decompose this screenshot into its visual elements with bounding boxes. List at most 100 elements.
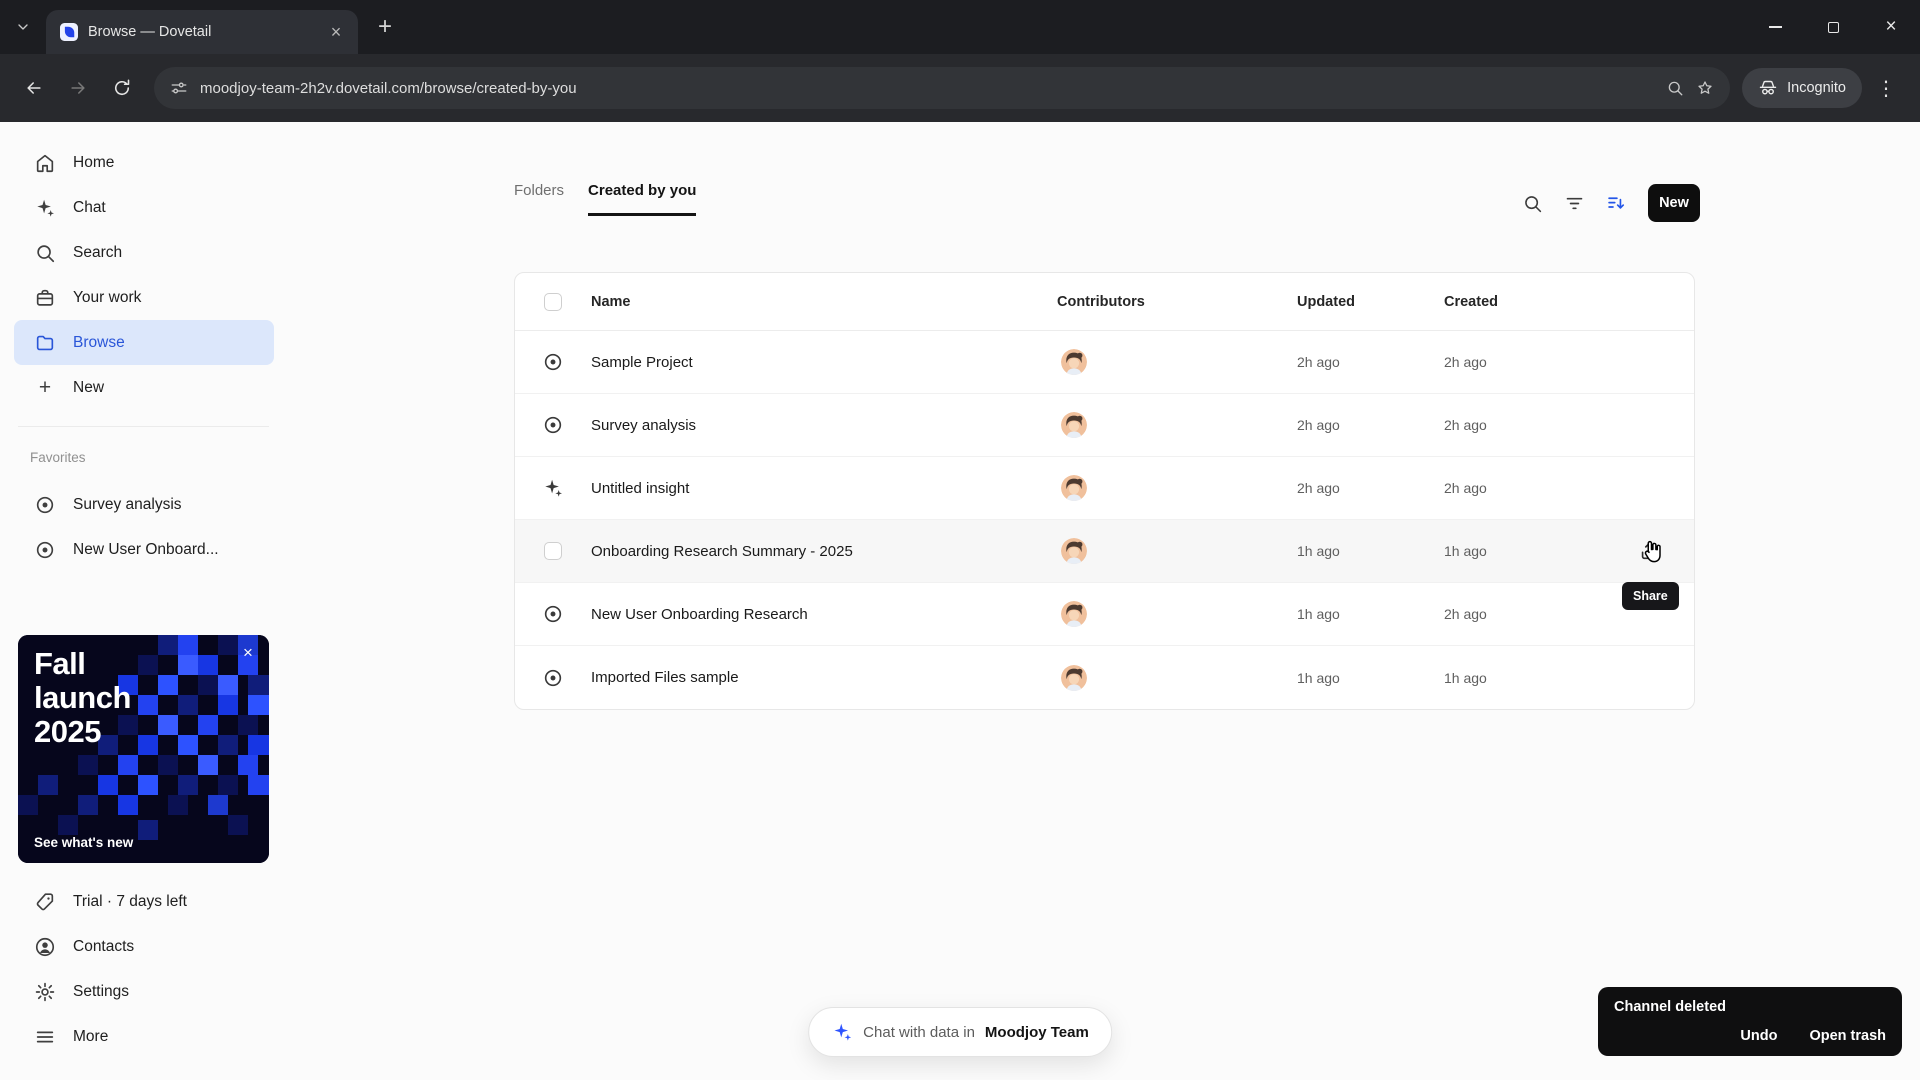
- favorite-item-label: New User Onboard...: [73, 540, 219, 558]
- sidebar-item-new[interactable]: + New: [14, 365, 274, 410]
- favorite-item-survey-analysis[interactable]: Survey analysis: [14, 482, 274, 527]
- briefcase-icon: [34, 287, 56, 309]
- row-name[interactable]: Untitled insight: [591, 480, 1057, 497]
- row-updated: 2h ago: [1297, 417, 1340, 433]
- sidebar-item-label: Home: [73, 153, 115, 171]
- toast-channel-deleted: Channel deleted Undo Open trash: [1598, 987, 1902, 1056]
- table-row[interactable]: New User Onboarding Research 1h ago 2h a…: [515, 583, 1694, 646]
- search-button[interactable]: [1520, 191, 1544, 215]
- row-name[interactable]: Sample Project: [591, 354, 1057, 371]
- sidebar-item-search[interactable]: Search: [14, 230, 274, 275]
- sidebar-item-settings[interactable]: Settings: [14, 969, 274, 1014]
- chat-with-data-pill[interactable]: Chat with data in Moodjoy Team: [808, 1007, 1112, 1057]
- table-row-hovered[interactable]: Onboarding Research Summary - 2025 1h ag…: [515, 520, 1694, 583]
- sidebar-item-your-work[interactable]: Your work: [14, 275, 274, 320]
- cursor-pointer-icon: [1637, 537, 1667, 567]
- browser-menu-button[interactable]: ⋮: [1866, 68, 1906, 108]
- target-icon: [542, 414, 564, 436]
- sidebar-item-more[interactable]: More: [14, 1014, 274, 1059]
- row-name[interactable]: New User Onboarding Research: [591, 606, 1057, 623]
- promo-title: Fall launch 2025: [34, 646, 131, 749]
- back-button[interactable]: [14, 68, 54, 108]
- sidebar-item-home[interactable]: Home: [14, 140, 274, 185]
- forward-button[interactable]: [58, 68, 98, 108]
- table-row[interactable]: Imported Files sample 1h ago 1h ago: [515, 646, 1694, 709]
- browser-tab[interactable]: Browse — Dovetail ×: [46, 10, 358, 54]
- target-icon: [34, 494, 56, 516]
- column-header-updated[interactable]: Updated: [1297, 294, 1444, 310]
- column-header-contributors[interactable]: Contributors: [1057, 294, 1297, 310]
- sidebar-footer: Trial · 7 days left Contacts Settings Mo…: [0, 879, 288, 1059]
- row-name[interactable]: Imported Files sample: [591, 669, 1057, 686]
- table-row[interactable]: Sample Project 2h ago 2h ago: [515, 331, 1694, 394]
- row-updated: 1h ago: [1297, 543, 1340, 559]
- column-header-name[interactable]: Name: [591, 294, 1057, 310]
- sidebar-item-label: Search: [73, 243, 123, 261]
- new-button[interactable]: New: [1648, 184, 1700, 222]
- search-icon: [1522, 193, 1543, 214]
- tab-folders[interactable]: Folders: [514, 182, 564, 216]
- maximize-button[interactable]: [1804, 0, 1862, 54]
- row-name[interactable]: Survey analysis: [591, 417, 1057, 434]
- filter-button[interactable]: [1562, 191, 1586, 215]
- items-table: Name Contributors Updated Created Sample…: [514, 272, 1695, 710]
- browser-tab-strip: Browse — Dovetail × + ×: [0, 0, 1920, 54]
- sidebar-item-label: More: [73, 1027, 109, 1045]
- column-header-created[interactable]: Created: [1444, 294, 1694, 310]
- undo-button[interactable]: Undo: [1740, 1028, 1777, 1044]
- select-all-checkbox[interactable]: [544, 292, 562, 311]
- open-trash-button[interactable]: Open trash: [1809, 1028, 1886, 1044]
- address-bar[interactable]: moodjoy-team-2h2v.dovetail.com/browse/cr…: [154, 67, 1731, 109]
- bookmark-star-icon[interactable]: [1696, 79, 1714, 97]
- tab-close-icon[interactable]: ×: [324, 20, 348, 44]
- row-created: 2h ago: [1444, 480, 1487, 496]
- reload-icon: [112, 78, 132, 98]
- back-icon: [24, 78, 44, 98]
- chat-pill-team: Moodjoy Team: [984, 1023, 1089, 1041]
- row-created: 2h ago: [1444, 354, 1487, 370]
- new-tab-button[interactable]: +: [366, 8, 404, 46]
- browse-tabs: Folders Created by you: [514, 182, 697, 216]
- table-header: Name Contributors Updated Created: [515, 273, 1694, 331]
- avatar-icon: [1061, 665, 1087, 691]
- contributor-avatar: [1061, 412, 1087, 438]
- minimize-button[interactable]: [1746, 0, 1804, 54]
- sidebar-item-label: New: [73, 378, 105, 396]
- contributor-avatar: [1061, 349, 1087, 375]
- contributor-avatar: [1061, 475, 1087, 501]
- row-updated: 2h ago: [1297, 480, 1340, 496]
- list-controls: New: [1520, 184, 1700, 222]
- table-row[interactable]: Untitled insight 2h ago 2h ago: [515, 457, 1694, 520]
- sidebar-item-trial[interactable]: Trial · 7 days left: [14, 879, 274, 924]
- share-tooltip: Share: [1622, 582, 1679, 610]
- avatar-icon: [1061, 349, 1087, 375]
- sidebar-item-contacts[interactable]: Contacts: [14, 924, 274, 969]
- toast-actions: Undo Open trash: [1614, 1028, 1886, 1044]
- reload-button[interactable]: [102, 68, 142, 108]
- sparkle-icon: [34, 197, 56, 219]
- row-updated: 1h ago: [1297, 606, 1340, 622]
- row-name[interactable]: Onboarding Research Summary - 2025: [591, 543, 1057, 560]
- favorite-item-new-user-onboarding[interactable]: New User Onboard...: [14, 527, 274, 572]
- zoom-icon[interactable]: [1666, 79, 1684, 97]
- site-info-icon[interactable]: [170, 79, 188, 97]
- forward-icon: [68, 78, 88, 98]
- promo-card[interactable]: Fall launch 2025 See what's new ×: [18, 635, 269, 863]
- chevron-down-icon: [15, 19, 31, 35]
- sort-button[interactable]: [1604, 191, 1628, 215]
- promo-close-icon[interactable]: ×: [237, 642, 259, 664]
- table-row[interactable]: Survey analysis 2h ago 2h ago: [515, 394, 1694, 457]
- sidebar-item-browse[interactable]: Browse: [14, 320, 274, 365]
- person-icon: [34, 936, 56, 958]
- close-window-button[interactable]: ×: [1862, 0, 1920, 54]
- sidebar-item-chat[interactable]: Chat: [14, 185, 274, 230]
- tab-search-button[interactable]: [0, 0, 46, 54]
- incognito-badge: Incognito: [1742, 68, 1862, 108]
- row-checkbox[interactable]: [544, 542, 562, 560]
- url-text[interactable]: moodjoy-team-2h2v.dovetail.com/browse/cr…: [200, 80, 1654, 97]
- avatar-icon: [1061, 538, 1087, 564]
- dovetail-favicon-icon: [60, 23, 78, 41]
- tab-created-by-you[interactable]: Created by you: [588, 182, 697, 216]
- row-updated: 2h ago: [1297, 354, 1340, 370]
- promo-link[interactable]: See what's new: [34, 835, 133, 850]
